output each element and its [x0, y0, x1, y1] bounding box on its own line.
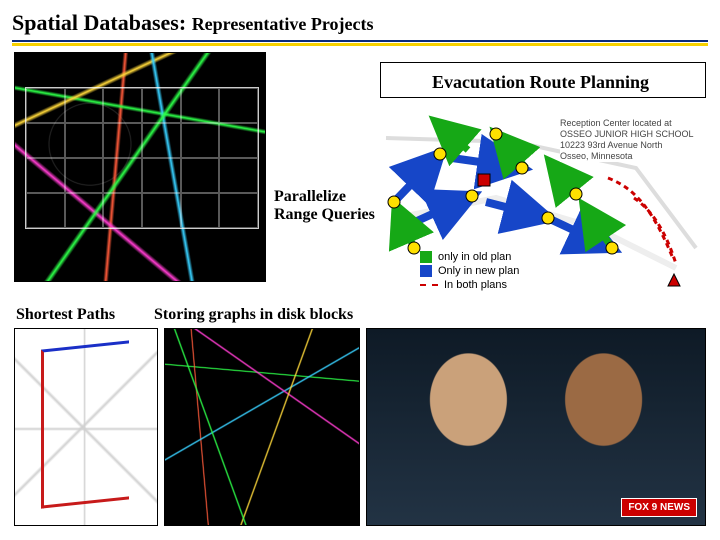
news-anchors: FOX 9 NEWS — [367, 329, 705, 525]
figure-shortest-paths — [14, 328, 158, 526]
swatch-blue-icon — [420, 265, 432, 277]
title-main: Spatial Databases: — [12, 10, 186, 35]
storing-vis — [165, 329, 359, 525]
slide-title-area: Spatial Databases: Representative Projec… — [0, 0, 720, 52]
recp-line1: Reception Center located at — [560, 118, 708, 129]
recp-line4: Osseo, Minnesota — [560, 151, 708, 162]
legend-both: In both plans — [444, 278, 507, 292]
label-range-queries: Parallelize Range Queries — [274, 188, 375, 224]
legend-row-old: only in old plan — [420, 250, 519, 264]
swatch-red-dashed-icon — [420, 284, 438, 286]
slide-title: Spatial Databases: Representative Projec… — [12, 10, 373, 35]
figure-news-screenshot: FOX 9 NEWS — [366, 328, 706, 526]
legend-new: Only in new plan — [438, 264, 519, 278]
shortest-vis — [15, 329, 157, 525]
figure-storing-graphs — [164, 328, 360, 526]
figure-range-queries — [14, 52, 266, 282]
label-shortest-paths: Shortest Paths — [16, 306, 115, 324]
content-area: Parallelize Range Queries Evacutation Ro… — [0, 52, 720, 536]
range-grid-overlay — [25, 87, 259, 229]
title-underline — [12, 40, 708, 48]
recp-line2: OSSEO JUNIOR HIGH SCHOOL — [560, 129, 708, 140]
legend-row-new: Only in new plan — [420, 264, 519, 278]
label-storing-graphs: Storing graphs in disk blocks — [154, 306, 353, 324]
reception-center-box: Reception Center located at OSSEO JUNIOR… — [560, 118, 708, 162]
news-logo: FOX 9 NEWS — [621, 498, 697, 517]
recp-line3: 10223 93rd Avenue North — [560, 140, 708, 151]
evac-legend: only in old plan Only in new plan In bot… — [420, 250, 519, 292]
swatch-green-icon — [420, 251, 432, 263]
title-sub: Representative Projects — [192, 14, 374, 34]
legend-old: only in old plan — [438, 250, 511, 264]
legend-row-both: In both plans — [420, 278, 519, 292]
label-evacuation: Evacutation Route Planning — [432, 72, 649, 93]
